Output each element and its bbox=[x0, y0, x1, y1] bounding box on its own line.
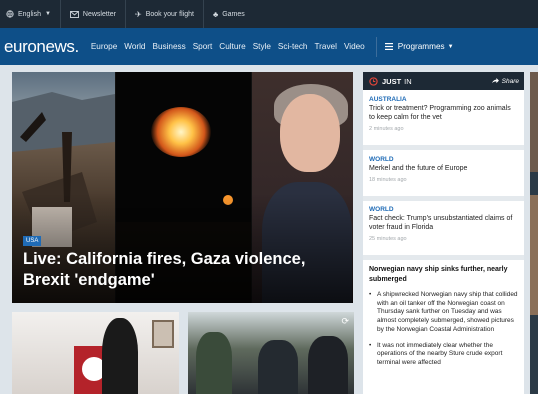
share-label: Share bbox=[501, 77, 519, 85]
refresh-icon: ⟳ bbox=[341, 316, 349, 326]
divider bbox=[363, 255, 524, 260]
picture-frame-shape bbox=[152, 320, 174, 348]
section-links: Europe World Business Sport Culture Styl… bbox=[91, 42, 372, 51]
just-in-item[interactable]: AUSTRALIA Trick or treatment? Programmin… bbox=[363, 96, 524, 132]
bullet-dot: • bbox=[369, 341, 372, 349]
nav-link-sci-tech[interactable]: Sci-tech bbox=[278, 42, 308, 51]
just-in-item[interactable]: WORLD Merkel and the future of Europe 18… bbox=[363, 156, 524, 183]
edge-image bbox=[530, 72, 538, 172]
share-button[interactable]: Share bbox=[491, 72, 519, 90]
nav-link-style[interactable]: Style bbox=[253, 42, 271, 51]
nav-link-sport[interactable]: Sport bbox=[193, 42, 213, 51]
thumbnail-article-1[interactable] bbox=[12, 312, 179, 394]
nav-link-travel[interactable]: Travel bbox=[314, 42, 336, 51]
hero-region-tag[interactable]: USA bbox=[23, 236, 42, 246]
just-in-header: JUST IN Share bbox=[363, 72, 524, 90]
edge-image bbox=[530, 195, 538, 315]
item-region[interactable]: WORLD bbox=[369, 156, 518, 163]
language-label: English bbox=[18, 10, 41, 18]
person-shape bbox=[102, 318, 138, 394]
book-flight-link[interactable]: ✈ Book your flight bbox=[126, 0, 204, 28]
story-bullet: • It was not immediately clear whether t… bbox=[369, 342, 519, 368]
bullet-dot: • bbox=[369, 291, 372, 298]
crowd-figure bbox=[308, 336, 348, 394]
just-in-label-just: JUST bbox=[382, 76, 402, 86]
divider bbox=[363, 196, 524, 201]
hero-headline[interactable]: Live: California fires, Gaza violence, B… bbox=[23, 249, 353, 291]
nav-link-europe[interactable]: Europe bbox=[91, 42, 117, 51]
item-timestamp: 25 minutes ago bbox=[369, 236, 407, 242]
list-icon bbox=[384, 43, 393, 50]
games-label: Games bbox=[222, 10, 245, 18]
language-selector[interactable]: English ▼ bbox=[0, 0, 61, 28]
globe-icon bbox=[6, 10, 14, 18]
nav-link-video[interactable]: Video bbox=[344, 42, 365, 51]
face-shape bbox=[280, 94, 340, 172]
story-bullet: • A shipwrecked Norwegian navy ship that… bbox=[369, 291, 519, 335]
just-in-panel: JUST IN Share AUSTRALIA Trick or treatme… bbox=[363, 72, 524, 394]
envelope-icon bbox=[70, 10, 79, 18]
item-timestamp: 2 minutes ago bbox=[369, 126, 404, 132]
clock-icon bbox=[369, 76, 378, 86]
euronews-logo[interactable]: euronews. bbox=[4, 37, 79, 57]
just-in-item[interactable]: WORLD Fact check: Trump's unsubstantiate… bbox=[363, 206, 524, 242]
live-story[interactable]: Norwegian navy ship sinks further, nearl… bbox=[369, 265, 519, 368]
nav-link-world[interactable]: World bbox=[124, 42, 145, 51]
nav-link-culture[interactable]: Culture bbox=[219, 42, 245, 51]
crowd-figure bbox=[196, 332, 232, 394]
newsletter-link[interactable]: Newsletter bbox=[61, 0, 126, 28]
story-headline[interactable]: Norwegian navy ship sinks further, nearl… bbox=[369, 265, 519, 284]
main-navigation: euronews. Europe World Business Sport Cu… bbox=[0, 28, 538, 65]
item-region[interactable]: AUSTRALIA bbox=[369, 96, 518, 103]
thumbnail-article-2[interactable]: ⟳ bbox=[188, 312, 354, 394]
newsletter-label: Newsletter bbox=[82, 10, 116, 18]
book-flight-label: Book your flight bbox=[145, 10, 194, 18]
programmes-label: Programmes bbox=[397, 42, 445, 51]
nav-divider bbox=[375, 36, 377, 57]
item-headline[interactable]: Trick or treatment? Programming zoo anim… bbox=[369, 104, 518, 122]
divider bbox=[363, 145, 524, 150]
caret-down-icon: ▼ bbox=[44, 11, 51, 17]
bullet-text: It was not immediately clear whether the… bbox=[377, 341, 503, 366]
item-region[interactable]: WORLD bbox=[369, 206, 518, 213]
bullet-text: A shipwrecked Norwegian navy ship that c… bbox=[377, 291, 518, 333]
item-headline[interactable]: Merkel and the future of Europe bbox=[369, 164, 518, 173]
just-in-label-in: IN bbox=[404, 76, 412, 86]
games-link[interactable]: ♣ Games bbox=[204, 0, 254, 28]
caret-down-icon: ▼ bbox=[447, 43, 454, 50]
share-icon bbox=[491, 78, 499, 84]
item-timestamp: 18 minutes ago bbox=[369, 177, 407, 183]
puzzle-icon: ♣ bbox=[212, 9, 219, 19]
top-utility-bar: English ▼ Newsletter ✈ Book your flight … bbox=[0, 0, 538, 28]
plane-icon: ✈ bbox=[135, 9, 142, 19]
programmes-menu[interactable]: Programmes ▼ bbox=[384, 42, 454, 51]
crowd-figure bbox=[258, 340, 298, 394]
item-headline[interactable]: Fact check: Trump's unsubstantiated clai… bbox=[369, 214, 518, 232]
hero-article[interactable]: USA Live: California fires, Gaza violenc… bbox=[12, 72, 353, 303]
nav-link-business[interactable]: Business bbox=[152, 42, 185, 51]
